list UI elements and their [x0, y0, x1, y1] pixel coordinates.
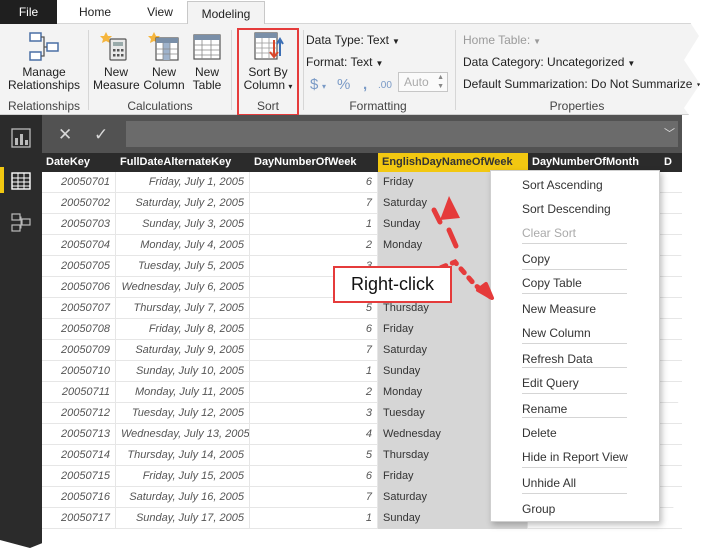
arrowhead-to-column-header — [440, 196, 460, 220]
right-click-callout: Right-click — [333, 266, 452, 303]
arrowhead-to-new-measure — [476, 282, 494, 300]
